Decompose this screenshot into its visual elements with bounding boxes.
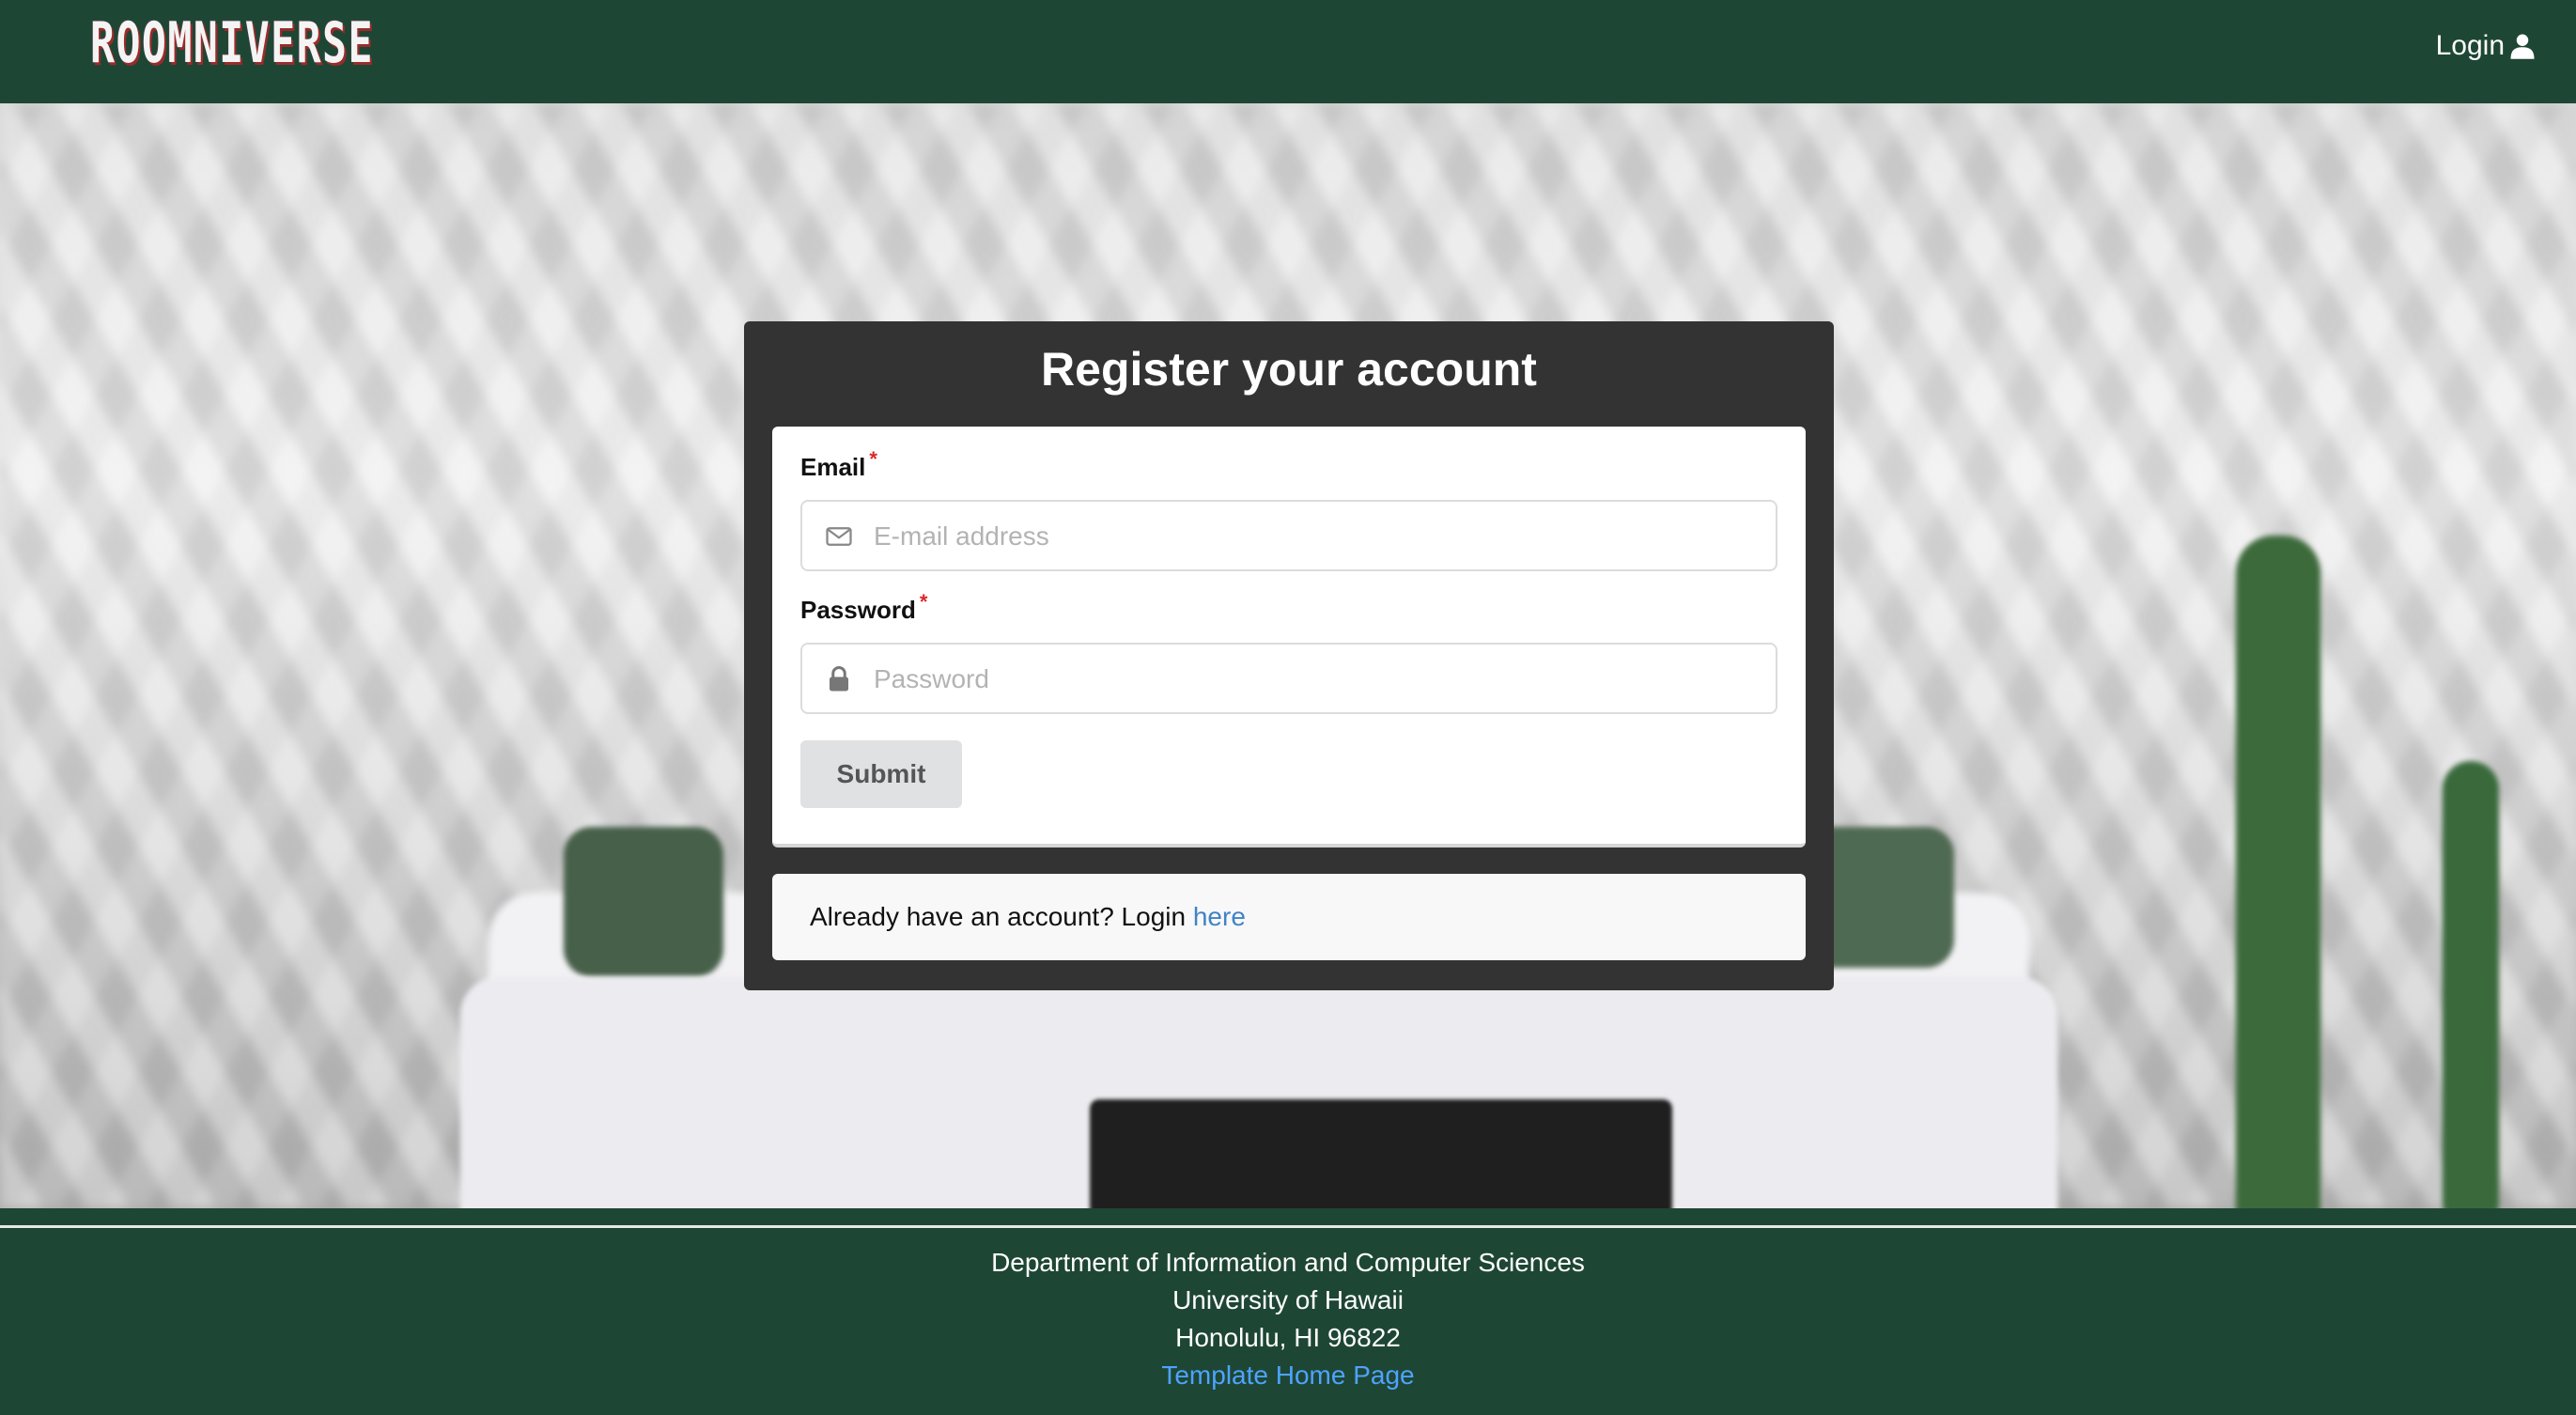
envelope-icon: [826, 527, 852, 546]
lock-icon: [830, 666, 848, 692]
card-title: Register your account: [1041, 343, 1537, 396]
nav-login-label: Login: [2435, 30, 2505, 61]
register-form: Email* Password* Submit: [772, 427, 1806, 847]
password-label: Password *: [800, 590, 927, 625]
login-prompt-panel: Already have an account? Login here: [772, 874, 1806, 960]
footer-address: Honolulu, HI 96822: [1175, 1323, 1401, 1352]
required-marker: *: [919, 590, 928, 614]
template-home-link[interactable]: Template Home Page: [1161, 1361, 1414, 1390]
footer-department: Department of Information and Computer S…: [991, 1248, 1585, 1277]
password-input[interactable]: [872, 645, 1759, 714]
submit-button[interactable]: Submit: [800, 740, 962, 808]
footer-university: University of Hawaii: [1172, 1285, 1404, 1314]
email-field-wrapper[interactable]: [800, 500, 1777, 571]
footer-divider: [0, 1225, 2576, 1228]
password-label-text: Password: [800, 596, 916, 624]
cactus-small-image: [2443, 761, 2499, 1208]
nav-login-button[interactable]: Login: [2436, 30, 2537, 62]
site-logo[interactable]: ROOMNIVERSE: [90, 15, 374, 71]
password-field-wrapper[interactable]: [800, 643, 1777, 714]
top-navbar: ROOMNIVERSE Login: [0, 0, 2576, 103]
pillow-left-image: [564, 827, 723, 977]
cactus-image: [2236, 536, 2320, 1208]
login-here-link[interactable]: here: [1193, 902, 1246, 931]
email-label: Email *: [800, 447, 877, 482]
login-prompt-text: Already have an account? Login: [810, 902, 1187, 931]
email-input[interactable]: [872, 502, 1759, 571]
footer: Department of Information and Computer S…: [0, 1208, 2576, 1415]
user-icon: [2510, 34, 2535, 59]
register-card: Register your account Email* Password* S…: [744, 321, 1834, 990]
footer-text: Department of Information and Computer S…: [0, 1244, 2576, 1394]
required-marker: *: [869, 447, 877, 471]
coffee-table-image: [1090, 1099, 1672, 1208]
email-label-text: Email: [800, 453, 866, 481]
